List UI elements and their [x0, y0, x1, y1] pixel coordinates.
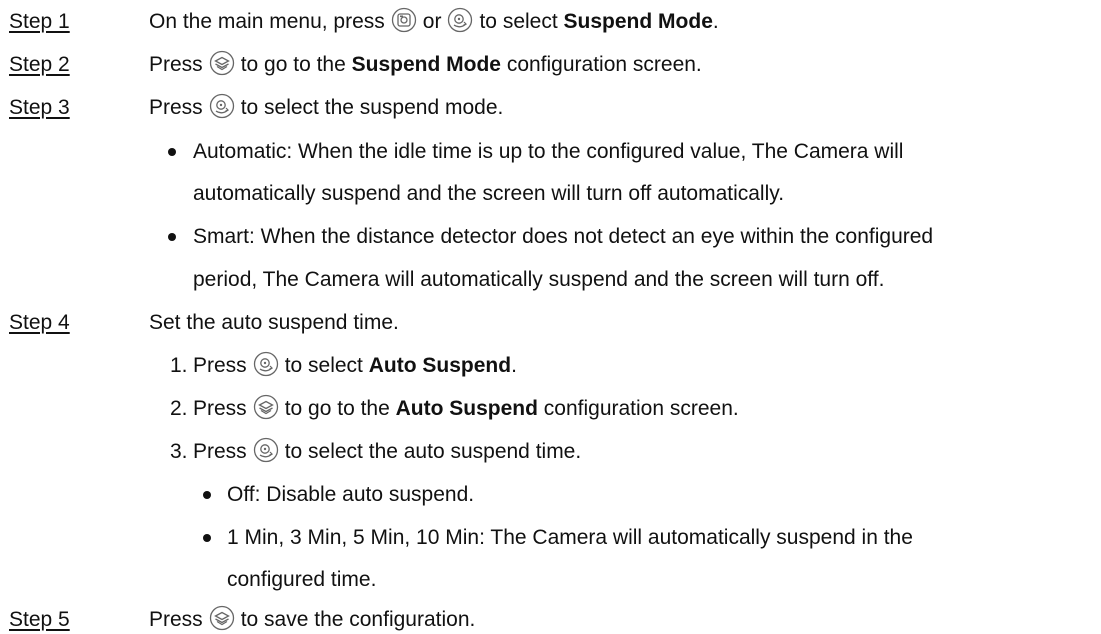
- substep-1-text: Press to select Auto Suspend.: [193, 352, 517, 380]
- bullet-dot: [203, 491, 211, 499]
- bullet-dot: [168, 148, 176, 156]
- substep-1-text-pre: Press: [193, 354, 247, 377]
- layers-confirm-icon: [209, 50, 235, 76]
- substep-2-end: configuration screen.: [543, 397, 739, 420]
- step-1-bold: Suspend Mode: [563, 10, 713, 33]
- dial-wheel-icon: [253, 437, 279, 463]
- step-2-label: Step 2: [9, 53, 70, 76]
- bullet-text-line1: Smart: When the distance detector does n…: [193, 225, 934, 248]
- substep-1-text-post: to select: [284, 354, 363, 377]
- step-2-text-pre: Press: [149, 53, 203, 76]
- substep-1-end: .: [511, 354, 517, 377]
- substep-3-text: Press to select the auto suspend time.: [193, 438, 581, 466]
- step-5-text-pre: Press: [149, 608, 203, 631]
- substep-1-number: 1.: [170, 354, 188, 377]
- substep-2-text-post: to go to the: [284, 397, 390, 420]
- bullet-text-line1: Automatic: When the idle time is up to t…: [193, 140, 904, 163]
- step-5-text-post: to save the configuration.: [240, 608, 476, 631]
- step-1-text-pre: On the main menu, press: [149, 10, 385, 33]
- layers-confirm-icon: [253, 394, 279, 420]
- bullet-dot: [203, 534, 211, 542]
- bullet-text-line2: automatically suspend and the screen wil…: [193, 182, 785, 205]
- dial-wheel-icon: [253, 351, 279, 377]
- step-2-bold: Suspend Mode: [351, 53, 501, 76]
- substep-3-text-post: to select the auto suspend time.: [284, 440, 582, 463]
- substep-2-bold: Auto Suspend: [395, 397, 538, 420]
- layers-confirm-icon: [209, 605, 235, 631]
- step-4-text: Set the auto suspend time.: [149, 311, 399, 334]
- step-4-label: Step 4: [9, 311, 70, 334]
- step-2-text: Press to go to the Suspend Mode configura…: [149, 51, 702, 79]
- substep-2-text: Press to go to the Auto Suspend configura…: [193, 395, 739, 423]
- step-3-label: Step 3: [9, 96, 70, 119]
- step-1-label: Step 1: [9, 10, 70, 33]
- substep-2-number: 2.: [170, 397, 188, 420]
- substep-2-text-pre: Press: [193, 397, 247, 420]
- step-3-text-post: to select the suspend mode.: [240, 96, 504, 119]
- dial-wheel-icon: [209, 93, 235, 119]
- substep-1-bold: Auto Suspend: [368, 354, 512, 377]
- dial-wheel-icon: [447, 7, 473, 33]
- bullet-text-line2: period, The Camera will automatically su…: [193, 268, 885, 291]
- bullet-text-line1: 1 Min, 3 Min, 5 Min, 10 Min: The Camera …: [227, 526, 913, 549]
- bullet-text-line1: Off: Disable auto suspend.: [227, 483, 475, 506]
- menu-camera-icon: [391, 7, 417, 33]
- step-1-text: On the main menu, press or to select Suspe…: [149, 8, 719, 36]
- step-2-end: configuration screen.: [506, 53, 702, 76]
- step-5-label: Step 5: [9, 608, 70, 631]
- bullet-text-line2: configured time.: [227, 568, 377, 591]
- substep-3-number: 3.: [170, 440, 188, 463]
- substep-3-text-pre: Press: [193, 440, 247, 463]
- step-3-text-pre: Press: [149, 96, 203, 119]
- bullet-dot: [168, 233, 176, 241]
- step-1-end: .: [712, 10, 719, 33]
- step-5-text: Press to save the configuration.: [149, 606, 475, 634]
- step-1-text-post: to select: [479, 10, 558, 33]
- step-1-text-mid: or: [422, 10, 442, 33]
- step-2-text-post: to go to the: [240, 53, 346, 76]
- step-3-text: Press to select the suspend mode.: [149, 94, 503, 122]
